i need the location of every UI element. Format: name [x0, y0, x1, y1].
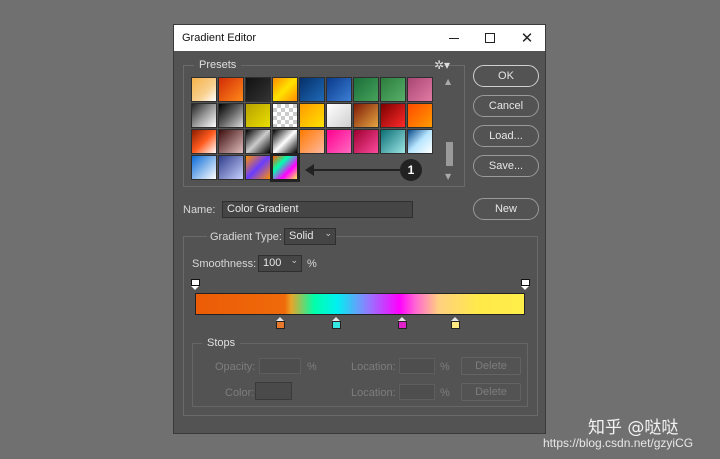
- preset-swatch[interactable]: [299, 129, 325, 154]
- opacity-stop[interactable]: [190, 279, 200, 290]
- preset-swatch[interactable]: [380, 129, 406, 154]
- opacity-unit: %: [307, 361, 317, 373]
- smoothness-label: Smoothness:: [192, 258, 257, 270]
- preset-swatch[interactable]: [326, 77, 352, 102]
- opacity-location-unit: %: [440, 361, 450, 373]
- preset-swatch[interactable]: [326, 129, 352, 154]
- preset-swatch[interactable]: [272, 129, 298, 154]
- gradient-type-label: Gradient Type:: [207, 231, 285, 243]
- opacity-delete-button[interactable]: Delete: [461, 357, 521, 375]
- preset-swatch[interactable]: [407, 103, 433, 128]
- watermark-url: https://blog.csdn.net/gzyiCG: [543, 436, 694, 450]
- opacity-label: Opacity:: [215, 361, 256, 373]
- save-button[interactable]: Save...: [473, 155, 539, 177]
- preset-swatch[interactable]: [218, 103, 244, 128]
- ok-button[interactable]: OK: [473, 65, 539, 87]
- color-stop[interactable]: [332, 317, 342, 329]
- presets-scrollbar[interactable]: ▲ ▼: [444, 77, 455, 181]
- preset-swatch[interactable]: [380, 103, 406, 128]
- preset-swatch[interactable]: [218, 129, 244, 154]
- name-label: Name:: [183, 204, 216, 216]
- preset-swatch[interactable]: [191, 77, 217, 102]
- smoothness-select[interactable]: 100 ⌄: [258, 255, 302, 272]
- color-swatch[interactable]: [255, 382, 292, 400]
- watermark-text: 知乎 @哒哒: [588, 418, 679, 438]
- maximize-button[interactable]: [472, 25, 508, 51]
- gradient-preview-bar[interactable]: [195, 293, 525, 315]
- preset-swatch[interactable]: [407, 129, 433, 154]
- color-location-input[interactable]: [399, 384, 435, 400]
- presets-gear-icon[interactable]: ✲▾: [434, 58, 450, 72]
- color-stop[interactable]: [398, 317, 408, 329]
- maximize-icon: [485, 33, 495, 43]
- chevron-down-icon: ⌄: [290, 256, 298, 266]
- window-title: Gradient Editor: [182, 32, 256, 44]
- minimize-icon: [449, 37, 459, 39]
- preset-swatch[interactable]: [380, 77, 406, 102]
- chevron-down-icon: ⌄: [324, 229, 332, 239]
- callout-badge: 1: [400, 159, 422, 181]
- preset-swatch[interactable]: [191, 103, 217, 128]
- preset-swatch[interactable]: [191, 129, 217, 154]
- preset-swatch[interactable]: [299, 103, 325, 128]
- smoothness-unit: %: [307, 258, 317, 270]
- preset-swatch-selected[interactable]: [270, 153, 300, 182]
- preset-swatch[interactable]: [407, 77, 433, 102]
- scroll-up-icon[interactable]: ▲: [445, 77, 451, 86]
- preset-swatch[interactable]: [191, 155, 217, 180]
- new-button[interactable]: New: [473, 198, 539, 220]
- preset-swatch[interactable]: [353, 77, 379, 102]
- load-button[interactable]: Load...: [473, 125, 539, 147]
- smoothness-value: 100: [263, 257, 282, 269]
- preset-swatch[interactable]: [245, 155, 271, 180]
- preset-swatch[interactable]: [353, 103, 379, 128]
- presets-label: Presets: [194, 59, 242, 71]
- preset-swatch[interactable]: [353, 129, 379, 154]
- preset-swatch[interactable]: [218, 155, 244, 180]
- opacity-location-label: Location:: [351, 361, 396, 373]
- color-label: Color:: [225, 387, 255, 399]
- preset-swatch[interactable]: [218, 77, 244, 102]
- preset-swatch[interactable]: [245, 103, 271, 128]
- preset-swatch[interactable]: [245, 77, 271, 102]
- gradient-type-value: Solid: [289, 230, 314, 242]
- opacity-stop[interactable]: [520, 279, 530, 290]
- scroll-down-icon[interactable]: ▼: [445, 172, 451, 181]
- close-button[interactable]: ✕: [509, 25, 545, 51]
- callout-line: [310, 169, 400, 171]
- color-delete-button[interactable]: Delete: [461, 383, 521, 401]
- preset-swatch[interactable]: [272, 103, 298, 128]
- scroll-thumb[interactable]: [446, 142, 453, 166]
- gradient-type-select[interactable]: Solid ⌄: [284, 228, 336, 245]
- color-location-label: Location:: [351, 387, 396, 399]
- opacity-location-input[interactable]: [399, 358, 435, 374]
- preset-swatch[interactable]: [326, 103, 352, 128]
- preset-swatch[interactable]: [272, 77, 298, 102]
- minimize-button[interactable]: [436, 25, 472, 51]
- gradient-editor-dialog: Gradient Editor ✕ Presets ✲▾ ▲ ▼ 1 OK Ca…: [173, 24, 546, 434]
- name-input[interactable]: Color Gradient: [222, 201, 413, 218]
- color-stop[interactable]: [276, 317, 286, 329]
- preset-swatch[interactable]: [299, 77, 325, 102]
- stops-label: Stops: [202, 337, 241, 349]
- title-bar: Gradient Editor ✕: [174, 25, 545, 51]
- color-stop[interactable]: [451, 317, 461, 329]
- color-location-unit: %: [440, 387, 450, 399]
- close-icon: ✕: [520, 28, 534, 47]
- cancel-button[interactable]: Cancel: [473, 95, 539, 117]
- preset-swatch[interactable]: [245, 129, 271, 154]
- opacity-input[interactable]: [259, 358, 301, 374]
